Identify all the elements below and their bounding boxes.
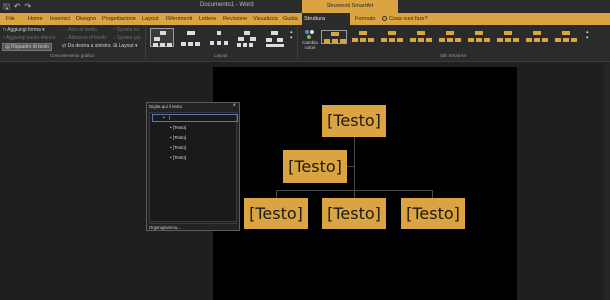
demote-button[interactable]: → Abbassa di livello (62, 35, 107, 41)
text-pane-title: Digita qui il testo (149, 104, 183, 109)
styles-gallery-more[interactable]: ▴ ▾ (586, 29, 589, 41)
layout-org-chart[interactable] (150, 28, 174, 47)
tell-me-search[interactable]: Cosa vuoi fare? (382, 13, 428, 25)
smartart-style-6[interactable] (466, 30, 492, 44)
right-to-left-button[interactable]: ⇄ Da destra a sinistra (62, 43, 111, 49)
tab-draw[interactable]: Disegno (74, 13, 98, 25)
smartart-style-4[interactable] (408, 30, 434, 44)
add-shape-label: Aggiungi forma (7, 27, 41, 33)
text-pane-item[interactable]: • [Testo] (170, 125, 186, 130)
layout-half-circle-org-chart[interactable] (206, 28, 230, 47)
tab-home[interactable]: Home (26, 13, 45, 25)
lightbulb-icon (382, 16, 387, 21)
ribbon-separator (297, 27, 298, 59)
text-pane-item-label: [Testo] (172, 145, 187, 150)
save-icon[interactable]: 🖫 (3, 2, 10, 11)
tab-review[interactable]: Revisione (221, 13, 249, 25)
tab-insert[interactable]: Inserisci (48, 13, 72, 25)
smartart-style-2[interactable] (350, 30, 376, 44)
change-colors-label: Cambia colori (302, 40, 318, 50)
add-shape-button[interactable]: □ Aggiungi forma ▾ (3, 27, 45, 33)
group-label-create: Crea elemento grafico (50, 53, 95, 58)
text-pane-button[interactable]: ▤ Riquadro di testo (2, 43, 52, 51)
layout-labeled-hierarchy[interactable] (262, 28, 286, 47)
connector-line (346, 166, 354, 167)
layout-dropdown-button[interactable]: ⊞ Layout ▾ (113, 43, 138, 49)
text-pane-item[interactable]: • [Testo] (170, 155, 186, 160)
add-bullet-button[interactable]: • Aggiungi punto elenco (3, 35, 55, 41)
smartart-node-child[interactable]: [Testo] (401, 198, 465, 229)
move-up-label: Sposta su (116, 27, 140, 33)
smartart-node-child[interactable]: [Testo] (322, 198, 386, 229)
move-up-button[interactable]: ↑ Sposta su (113, 27, 139, 33)
tab-file[interactable]: File (4, 13, 17, 25)
tab-mailings[interactable]: Lettere (197, 13, 218, 25)
smartart-node-assistant[interactable]: [Testo] (283, 150, 347, 183)
move-down-label: Sposta giù (116, 35, 141, 41)
tab-smartart-design[interactable]: Struttura SmartArt (302, 13, 350, 34)
smartart-style-3[interactable] (379, 30, 405, 44)
demote-label: Abbassa di livello (68, 35, 107, 41)
tab-format[interactable]: Formato (353, 13, 377, 25)
group-label-layouts: Layout (214, 53, 228, 58)
close-icon[interactable]: × (232, 103, 236, 109)
group-label-styles: Stili SmartArt (440, 53, 467, 58)
redo-icon[interactable]: ↷ (25, 2, 32, 11)
contextual-tab-title: Strumenti SmartArt (302, 0, 398, 13)
document-page[interactable] (213, 67, 517, 300)
tab-view[interactable]: Visualizza (251, 13, 280, 25)
text-pane-item[interactable]: • [Testo] (170, 145, 186, 150)
smartart-style-1[interactable] (321, 30, 347, 44)
title-bar: 🖫 ↶ ↷ Documento1 - Word Strumenti SmartA… (0, 0, 610, 13)
color-dot-icon (307, 35, 311, 39)
color-dot-icon (305, 30, 309, 34)
undo-icon[interactable]: ↶ (14, 2, 21, 11)
smartart-style-9[interactable] (553, 30, 579, 44)
change-colors-button[interactable]: Cambia colori (300, 27, 318, 51)
tell-me-label: Cosa vuoi fare? (389, 16, 428, 22)
text-pane-footer-link[interactable]: Organigramma... (149, 223, 237, 230)
text-pane-item[interactable]: • [Testo] (170, 135, 186, 140)
vertical-scrollbar[interactable] (604, 62, 610, 300)
ribbon-separator (145, 27, 146, 59)
bullet-icon: • (163, 115, 165, 120)
quick-access-toolbar: 🖫 ↶ ↷ (3, 2, 31, 11)
text-cursor: | (169, 115, 171, 120)
window-title: Documento1 - Word (200, 2, 254, 8)
layout-dropdown-label: Layout (118, 43, 134, 49)
text-pane-editor[interactable]: • | • [Testo] • [Testo] • [Testo] • [Tes… (149, 112, 238, 222)
right-to-left-label: Da destra a sinistra (67, 43, 111, 49)
color-dot-icon (310, 30, 314, 34)
ribbon: □ Aggiungi forma ▾ • Aggiungi punto elen… (0, 25, 610, 62)
smartart-node-child[interactable]: [Testo] (244, 198, 308, 229)
text-pane-item-label: [Testo] (172, 135, 187, 140)
tab-design[interactable]: Progettazione (100, 13, 138, 25)
layout-name-title-org-chart[interactable] (178, 28, 202, 47)
layout-hierarchy[interactable] (234, 28, 258, 47)
smartart-style-7[interactable] (495, 30, 521, 44)
ribbon-tabs: File Home Inserisci Disegno Progettazion… (0, 13, 610, 34)
add-bullet-label: Aggiungi punto elenco (5, 35, 56, 41)
tab-layout[interactable]: Layout (140, 13, 161, 25)
text-pane-label: Riquadro di testo (11, 44, 49, 50)
smartart-node-top[interactable]: [Testo] (322, 105, 386, 137)
text-pane-item-label: [Testo] (172, 125, 187, 130)
tab-references[interactable]: Riferimenti (164, 13, 194, 25)
promote-button[interactable]: ← Alza di livello (62, 27, 97, 33)
connector-line (354, 137, 355, 190)
text-pane: Digita qui il testo × • | • [Testo] • [T… (146, 102, 240, 231)
promote-label: Alza di livello (68, 27, 98, 33)
smartart-style-8[interactable] (524, 30, 550, 44)
smartart-style-5[interactable] (437, 30, 463, 44)
move-down-button[interactable]: ↓ Sposta giù (113, 35, 141, 41)
tab-help[interactable]: Guida (281, 13, 300, 25)
text-pane-item-label: [Testo] (172, 155, 187, 160)
text-pane-active-line[interactable]: • | (152, 114, 238, 122)
layout-gallery-more[interactable]: ▴ ▾ (290, 29, 293, 41)
